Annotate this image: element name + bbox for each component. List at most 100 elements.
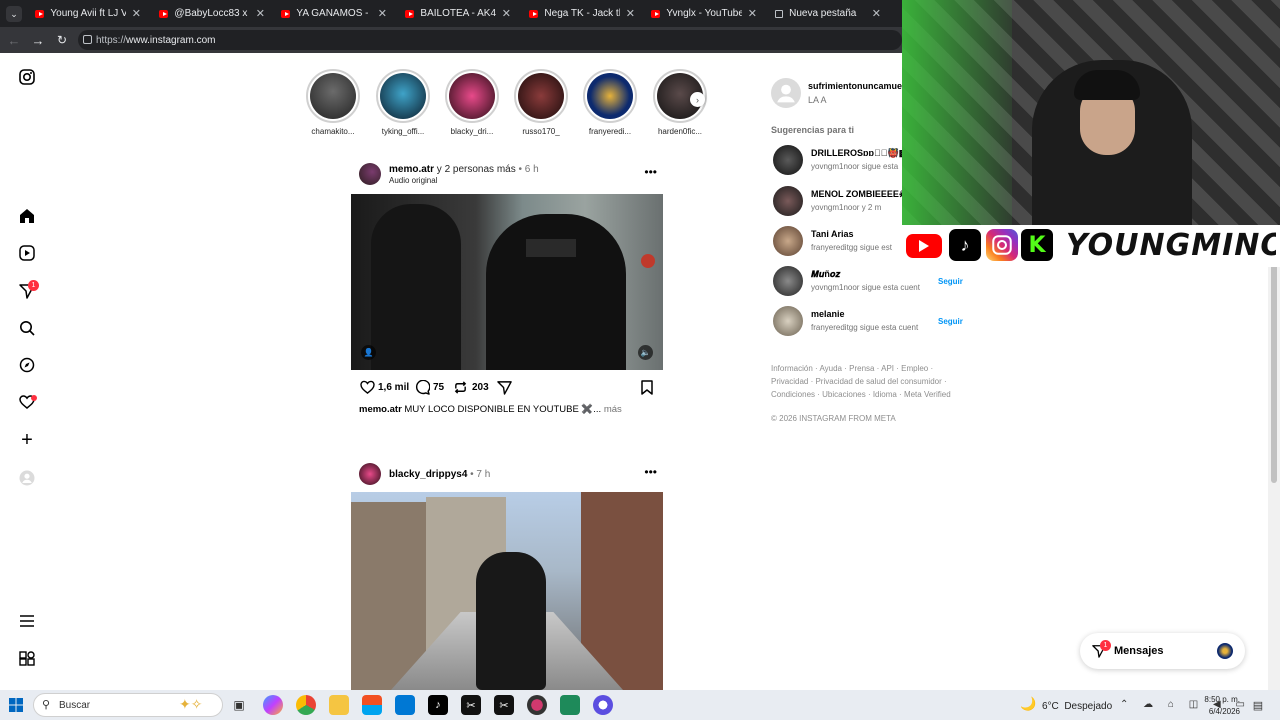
- instagram-logo-icon[interactable]: [16, 66, 38, 88]
- post-audio[interactable]: Audio original: [389, 176, 437, 185]
- suggestion-avatar[interactable]: [773, 306, 803, 336]
- browser-tab[interactable]: Yvnglx - YouTube ✕: [643, 0, 765, 27]
- close-tab-icon[interactable]: ✕: [502, 7, 511, 20]
- site-info-icon[interactable]: [83, 35, 92, 44]
- post-author-avatar[interactable]: [359, 463, 381, 485]
- post-username[interactable]: blacky_drippys4: [389, 469, 467, 480]
- profile-avatar-icon[interactable]: [771, 78, 801, 108]
- more-options-icon[interactable]: •••: [644, 465, 657, 479]
- scrollbar-thumb[interactable]: [1271, 263, 1277, 483]
- suggestion-avatar[interactable]: [773, 145, 803, 175]
- copilot-icon[interactable]: [263, 695, 283, 715]
- app-icon[interactable]: [560, 695, 580, 715]
- footer-links[interactable]: Condiciones · Ubicaciones · Idioma · Met…: [771, 390, 951, 399]
- youtube-icon: [529, 9, 539, 18]
- taskbar-search-box[interactable]: ⚲ Buscar ✦✧: [33, 693, 223, 717]
- repost-icon[interactable]: [452, 379, 468, 395]
- stories-next-icon[interactable]: ›: [690, 92, 705, 107]
- create-plus-icon[interactable]: +: [16, 429, 38, 451]
- post-video[interactable]: 👤 🔈: [351, 194, 663, 370]
- reels-icon[interactable]: [16, 242, 38, 264]
- suggestion-avatar[interactable]: [773, 186, 803, 216]
- repost-count[interactable]: 203: [472, 382, 489, 393]
- audio-toggle-icon[interactable]: 🔈: [638, 345, 653, 360]
- like-icon[interactable]: [359, 379, 375, 395]
- save-bookmark-icon[interactable]: [639, 379, 655, 395]
- store-icon[interactable]: [362, 695, 382, 715]
- footer-links[interactable]: Privacidad · Privacidad de salud del con…: [771, 377, 947, 386]
- back-icon[interactable]: ←: [6, 32, 22, 48]
- also-from-meta-icon[interactable]: [16, 648, 38, 670]
- windows-start-icon[interactable]: [8, 697, 24, 713]
- instagram-logo-icon: [986, 229, 1018, 261]
- forward-icon[interactable]: →: [30, 32, 46, 48]
- current-user-fullname: LA A: [808, 95, 827, 105]
- weather-text[interactable]: 6°C Despejado: [1042, 701, 1112, 712]
- share-icon[interactable]: [496, 379, 512, 395]
- close-tab-icon[interactable]: ✕: [872, 7, 881, 20]
- story-item[interactable]: franyeredi...: [580, 69, 640, 136]
- post-coauthors[interactable]: y 2 personas más: [437, 164, 516, 175]
- file-explorer-icon[interactable]: [329, 695, 349, 715]
- browser-tab[interactable]: Young Avii ft LJ VALENTI✕: [27, 0, 149, 27]
- youtube-icon: [159, 9, 169, 18]
- suggestion-avatar[interactable]: [773, 226, 803, 256]
- close-tab-icon[interactable]: ✕: [132, 7, 141, 20]
- follow-button[interactable]: Seguir: [938, 277, 963, 286]
- comment-icon[interactable]: [414, 379, 430, 395]
- close-tab-icon[interactable]: ✕: [748, 7, 757, 20]
- task-view-icon[interactable]: ▣: [229, 695, 249, 715]
- story-item[interactable]: tyking_offi...: [373, 69, 433, 136]
- browser-tab[interactable]: YA GANAMOS - PIERO✕: [273, 0, 395, 27]
- mail-icon[interactable]: [395, 695, 415, 715]
- capcut-icon[interactable]: ✂: [461, 695, 481, 715]
- notification-center-icon[interactable]: ▤: [1250, 697, 1266, 713]
- current-username[interactable]: sufrimientonuncamuer: [808, 81, 902, 91]
- like-count[interactable]: 1,6 mil: [378, 382, 409, 393]
- suggestion-name[interactable]: melanie: [811, 309, 845, 319]
- notification-dot: [31, 395, 37, 401]
- suggestion-name[interactable]: DRILLEROSɒɒ⃝⃝👹▩: [811, 148, 903, 159]
- comment-count[interactable]: 75: [433, 382, 444, 393]
- browser-tab[interactable]: Nega TK - Jack the Ripp✕: [521, 0, 643, 27]
- tab-search-button[interactable]: ⌄: [6, 6, 22, 22]
- close-tab-icon[interactable]: ✕: [626, 7, 635, 20]
- reload-icon[interactable]: ↻: [54, 32, 70, 48]
- chrome-icon[interactable]: [296, 695, 316, 715]
- app-icon[interactable]: [593, 695, 613, 715]
- search-icon[interactable]: [16, 317, 38, 339]
- tagged-users-icon[interactable]: 👤: [361, 345, 376, 360]
- address-bar[interactable]: https://www.instagram.com: [78, 30, 902, 50]
- suggestion-avatar[interactable]: [773, 266, 803, 296]
- browser-tab[interactable]: Nueva pestaña ✕: [767, 0, 889, 27]
- clock-time[interactable]: 8:50 p. m.: [1203, 695, 1240, 704]
- more-options-icon[interactable]: •••: [644, 165, 657, 179]
- close-tab-icon[interactable]: ✕: [378, 7, 387, 20]
- obs-record-icon[interactable]: [527, 695, 547, 715]
- browser-tab[interactable]: @BabyLocc83 x @TTSA✕: [151, 0, 273, 27]
- suggestion-subtitle: yovngm1noor sigue esta cuent: [811, 283, 920, 292]
- story-item[interactable]: russo170_: [511, 69, 571, 136]
- caption-more-link[interactable]: más: [604, 404, 622, 415]
- close-tab-icon[interactable]: ✕: [256, 7, 265, 20]
- suggestion-name[interactable]: 𝑴𝒖ñ𝒐𝒛: [811, 269, 840, 280]
- menu-icon[interactable]: [16, 610, 38, 632]
- profile-avatar-icon[interactable]: [16, 467, 38, 489]
- story-item[interactable]: blacky_dri...: [442, 69, 502, 136]
- tiktok-app-icon[interactable]: ♪: [428, 695, 448, 715]
- suggestion-name[interactable]: MENOL ZOMBIEEEE☠: [811, 189, 903, 200]
- home-icon[interactable]: [16, 205, 38, 227]
- capcut-alt-icon[interactable]: ✂: [494, 695, 514, 715]
- post-username[interactable]: memo.atr: [389, 164, 434, 175]
- suggestion-name[interactable]: Tani Arias: [811, 229, 854, 239]
- explore-icon[interactable]: [16, 354, 38, 376]
- post-author-avatar[interactable]: [359, 163, 381, 185]
- follow-button[interactable]: Seguir: [938, 317, 963, 326]
- messages-panel-button[interactable]: 1 Mensajes: [1080, 633, 1245, 669]
- caption-username[interactable]: memo.atr: [359, 404, 402, 415]
- clock-date[interactable]: 6/4/2026: [1200, 707, 1240, 716]
- story-item[interactable]: chamakito...: [303, 69, 363, 136]
- post-image[interactable]: [351, 492, 663, 690]
- footer-links[interactable]: Información · Ayuda · Prensa · API · Emp…: [771, 364, 933, 373]
- browser-tab[interactable]: BAILOTEA - AK4:20 FT IT✕: [397, 0, 519, 27]
